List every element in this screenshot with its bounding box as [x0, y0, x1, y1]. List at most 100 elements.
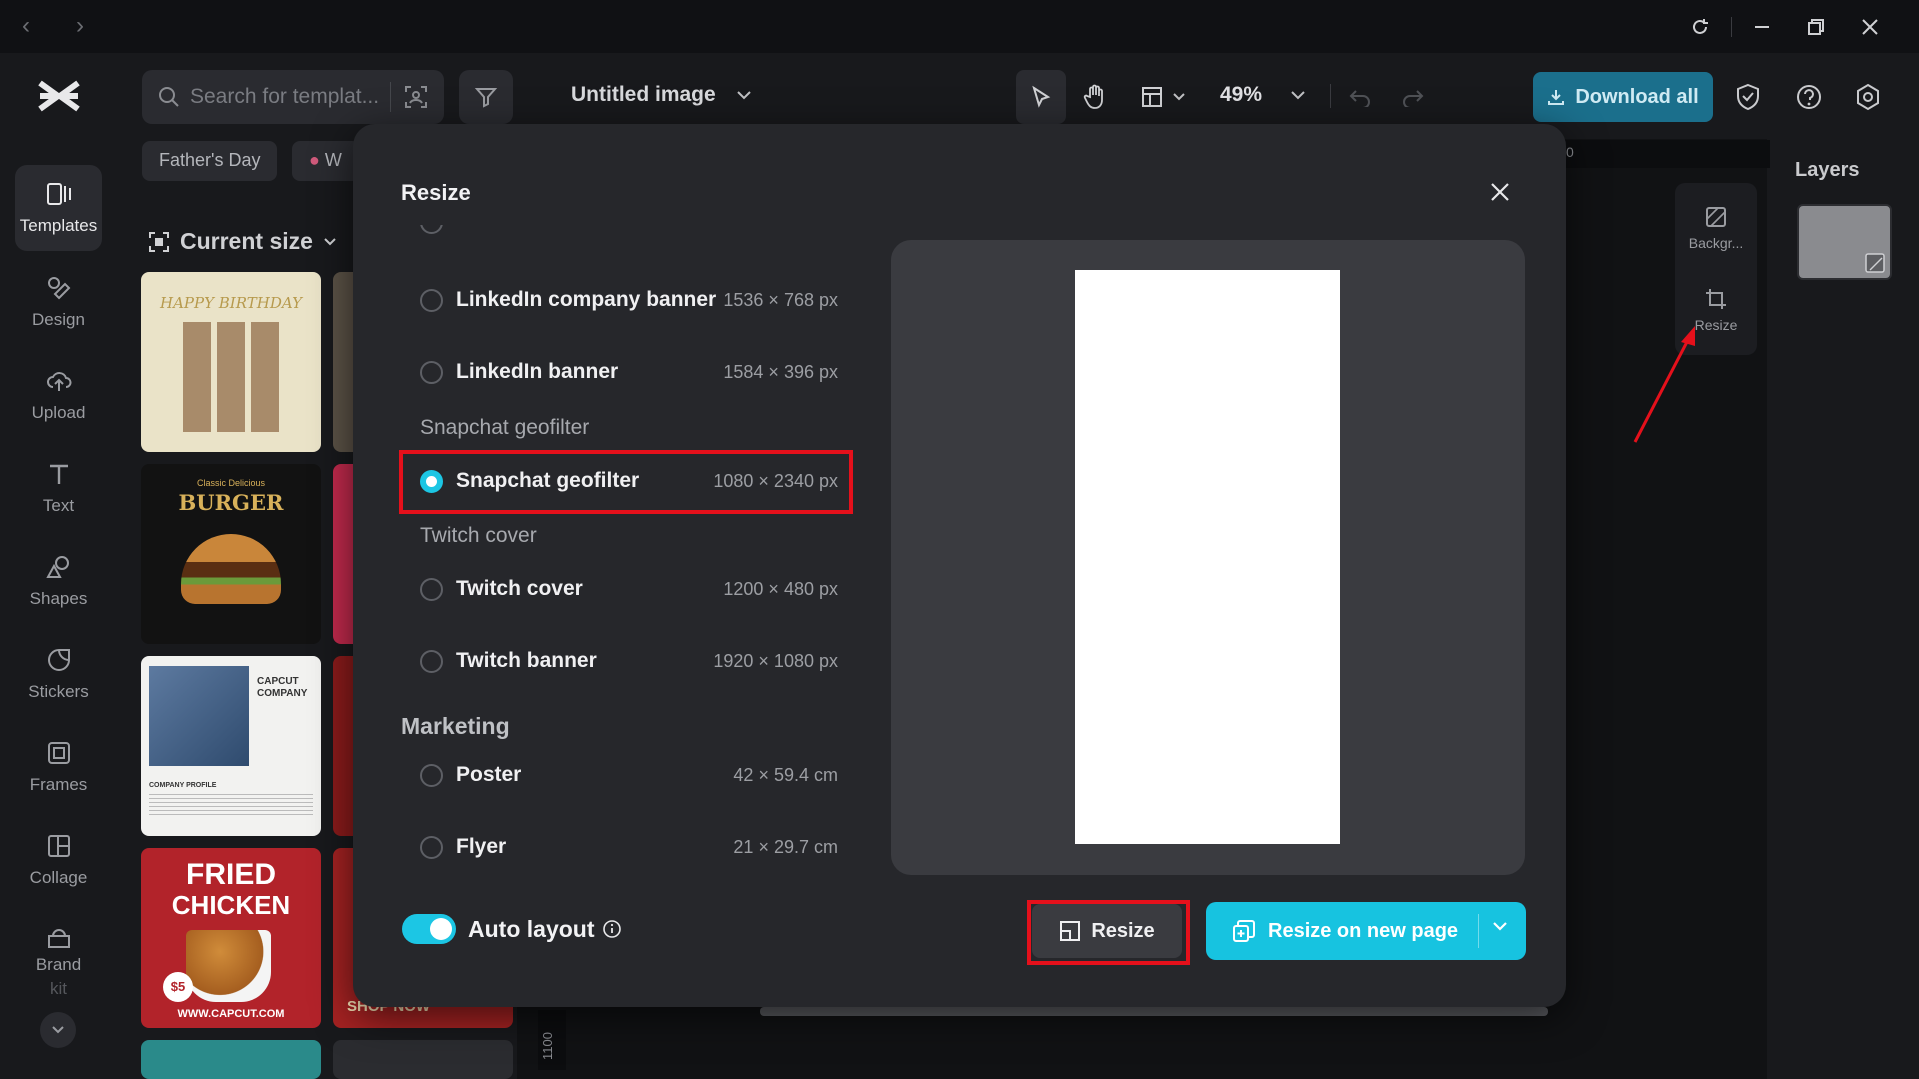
- info-icon[interactable]: [602, 919, 622, 939]
- ruler-label: 0: [1566, 144, 1574, 160]
- subheading-twitch: Twitch cover: [420, 524, 537, 547]
- chip-next[interactable]: ● W: [292, 141, 360, 181]
- template-search-input[interactable]: Search for templat...: [142, 70, 444, 124]
- download-all-button[interactable]: Download all: [1533, 72, 1713, 122]
- close-window-icon[interactable]: [1850, 10, 1890, 44]
- sidebar-item-collage[interactable]: Collage: [15, 817, 102, 903]
- forward-arrow-icon[interactable]: ›: [76, 12, 84, 40]
- thumb-text: CHICKEN: [171, 890, 291, 920]
- minimize-icon[interactable]: [1742, 10, 1782, 44]
- canvas-horizontal-scrollbar[interactable]: [760, 1007, 1548, 1016]
- clipped-radio: [418, 225, 448, 235]
- auto-layout-label: Auto layout: [468, 916, 595, 942]
- sidebar-item-label: Design: [32, 310, 85, 329]
- redo-button[interactable]: [1398, 70, 1428, 124]
- undo-button[interactable]: [1345, 70, 1375, 124]
- titlebar-separator: [1731, 17, 1732, 37]
- template-thumb-teal[interactable]: [141, 1040, 321, 1079]
- radio-button[interactable]: [420, 289, 443, 312]
- hand-icon: [1083, 84, 1103, 109]
- radio-button[interactable]: [420, 836, 443, 859]
- option-twitch-cover[interactable]: Twitch cover 1200 × 480 px: [418, 563, 838, 617]
- filter-button[interactable]: [459, 70, 513, 124]
- option-linkedin-banner[interactable]: LinkedIn banner 1584 × 396 px: [418, 346, 838, 400]
- capcut-logo-icon[interactable]: [36, 73, 82, 119]
- option-name: Flyer: [456, 835, 507, 858]
- resize-frame-icon: [149, 231, 169, 252]
- current-size-dropdown[interactable]: Current size: [148, 228, 337, 255]
- option-dims: 1536 × 768 px: [723, 290, 838, 310]
- restore-icon[interactable]: [1796, 10, 1836, 44]
- template-thumb-2e[interactable]: [333, 1040, 513, 1079]
- back-arrow-icon[interactable]: ‹: [22, 12, 30, 40]
- chevron-down-icon: [1291, 91, 1305, 100]
- button-divider: [1478, 914, 1479, 948]
- building-photo: [149, 666, 249, 766]
- radio-button[interactable]: [420, 361, 443, 384]
- reload-icon[interactable]: [1680, 10, 1720, 44]
- option-twitch-banner[interactable]: Twitch banner 1920 × 1080 px: [418, 635, 838, 689]
- option-name: LinkedIn banner: [456, 360, 619, 383]
- layer-thumbnail[interactable]: [1797, 204, 1892, 280]
- option-dims: 21 × 29.7 cm: [733, 837, 838, 857]
- option-linkedin-company-banner[interactable]: LinkedIn company banner 1536 × 768 px: [418, 274, 838, 328]
- background-tool[interactable]: Backgr...: [1675, 205, 1757, 251]
- background-icon: [1865, 253, 1885, 273]
- auto-layout-toggle[interactable]: [402, 914, 456, 944]
- radio-button[interactable]: [420, 578, 443, 601]
- sidebar-item-templates[interactable]: Templates: [15, 165, 102, 251]
- radio-button[interactable]: [420, 650, 443, 673]
- sidebar-item-label: Shapes: [29, 589, 88, 608]
- zoom-level[interactable]: 49%: [1220, 83, 1306, 107]
- sidebar-item-label: Upload: [31, 403, 86, 422]
- search-icon: [159, 87, 179, 107]
- sidebar-item-text[interactable]: Text: [15, 445, 102, 531]
- option-flyer[interactable]: Flyer 21 × 29.7 cm: [418, 821, 838, 875]
- sidebar-item-frames[interactable]: Frames: [15, 724, 102, 810]
- current-size-label: Current size: [180, 228, 313, 254]
- thumb-text: COMPANY PROFILE: [149, 782, 217, 789]
- search-divider: [390, 82, 391, 112]
- help-icon[interactable]: [1792, 80, 1826, 114]
- chevron-down-icon[interactable]: [1492, 920, 1508, 932]
- select-tool-button[interactable]: [1016, 70, 1066, 124]
- template-thumb-company[interactable]: CAPCUT COMPANY COMPANY PROFILE: [141, 656, 321, 836]
- template-thumb-fried-chicken[interactable]: FRIED CHICKEN $5 WWW.CAPCUT.COM: [141, 848, 321, 1028]
- zoom-value: 49%: [1220, 83, 1263, 106]
- sidebar-item-label: Stickers: [28, 682, 89, 701]
- hand-tool-button[interactable]: [1071, 70, 1119, 124]
- layout-tool-button[interactable]: [1128, 70, 1198, 124]
- collage-icon: [47, 835, 70, 857]
- chip-label: W: [324, 150, 342, 170]
- settings-icon[interactable]: [1851, 80, 1885, 114]
- chip-fathers-day[interactable]: Father's Day: [142, 141, 278, 181]
- thumb-text: BURGER: [178, 490, 284, 515]
- option-dims: 1920 × 1080 px: [713, 651, 838, 671]
- sidebar-item-stickers[interactable]: Stickers: [15, 631, 102, 717]
- subheading-snapchat: Snapchat geofilter: [420, 416, 590, 439]
- templates-icon: [46, 183, 71, 205]
- undo-icon: [1349, 90, 1370, 107]
- radio-button[interactable]: [420, 764, 443, 787]
- sidebar-item-brand-kit[interactable]: Brand kit: [15, 915, 102, 1007]
- option-name: Twitch cover: [456, 577, 583, 600]
- search-placeholder: Search for templat...: [190, 85, 380, 108]
- option-poster[interactable]: Poster 42 × 59.4 cm: [418, 749, 838, 803]
- modal-close-button[interactable]: [1483, 175, 1517, 209]
- shield-icon[interactable]: [1731, 80, 1765, 114]
- sidebar-item-design[interactable]: Design: [15, 259, 102, 345]
- resize-on-new-page-button[interactable]: Resize on new page: [1206, 902, 1526, 960]
- sidebar-item-shapes[interactable]: Shapes: [15, 538, 102, 624]
- image-search-icon[interactable]: [404, 85, 428, 109]
- sidebar-more-button[interactable]: [40, 1012, 76, 1048]
- annotation-arrow: [1633, 326, 1695, 443]
- highlight-box-snapchat: [399, 450, 853, 514]
- template-thumb-birthday[interactable]: HAPPY BIRTHDAY: [141, 272, 321, 452]
- thumb-text: CAPCUT: [257, 676, 299, 687]
- layers-title: Layers: [1795, 159, 1860, 181]
- document-title[interactable]: Untitled image: [571, 83, 752, 107]
- frames-icon: [47, 742, 70, 764]
- template-thumb-burger[interactable]: Classic Delicious BURGER: [141, 464, 321, 644]
- sidebar-item-upload[interactable]: Upload: [15, 352, 102, 438]
- option-name: LinkedIn company banner: [456, 288, 717, 311]
